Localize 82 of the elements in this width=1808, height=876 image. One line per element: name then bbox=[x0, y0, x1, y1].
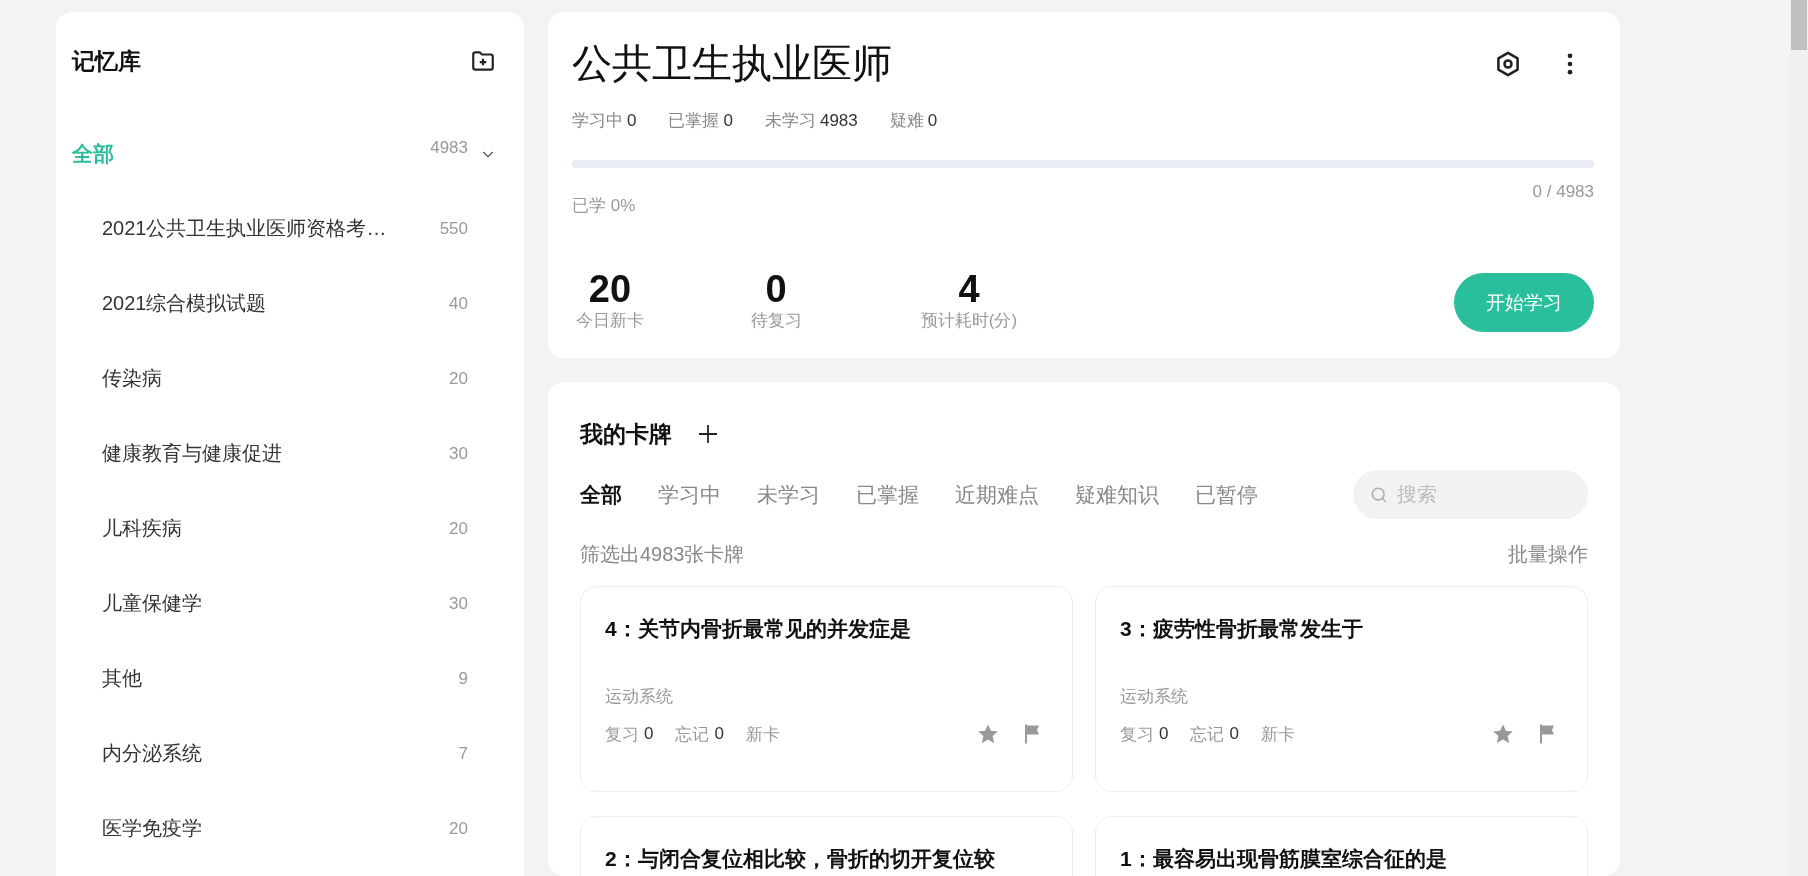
card-tag: 运动系统 bbox=[1120, 685, 1563, 708]
item-count: 550 bbox=[439, 218, 468, 239]
panel-title: 我的卡牌 bbox=[580, 419, 672, 449]
metric-value: 20 bbox=[587, 269, 633, 309]
metric-label: 待复习 bbox=[749, 310, 803, 332]
item-count: 40 bbox=[449, 293, 468, 314]
stat-value: 0 bbox=[1229, 724, 1239, 744]
card-status: 新卡 bbox=[1260, 723, 1295, 746]
deck-title: 公共卫生执业医师 bbox=[572, 40, 892, 87]
metric-value: 0 bbox=[764, 269, 788, 309]
sidebar-item[interactable]: 其他 9 bbox=[72, 641, 496, 716]
metric-value: 4 bbox=[957, 269, 981, 309]
add-icon[interactable] bbox=[696, 422, 720, 446]
card-tag: 运动系统 bbox=[605, 685, 1048, 708]
filter-tab[interactable]: 未学习 bbox=[757, 480, 820, 509]
question-card[interactable]: 3：疲劳性骨折最常发生于 运动系统 复习 0 忘记 0 新卡 bbox=[1095, 586, 1588, 792]
sidebar-item[interactable]: 儿科疾病 20 bbox=[72, 491, 496, 566]
stat-value: 0 bbox=[714, 724, 724, 744]
stat-label: 忘记 bbox=[675, 723, 710, 746]
stat-value: 0 bbox=[644, 724, 654, 744]
item-count: 20 bbox=[449, 368, 468, 389]
item-label: 健康教育与健康促进 bbox=[102, 441, 283, 466]
scrollbar-thumb[interactable] bbox=[1791, 0, 1807, 50]
sidebar-item[interactable]: 2021综合模拟试题 40 bbox=[72, 266, 496, 341]
item-count: 7 bbox=[458, 743, 468, 764]
question-title: 3：疲劳性骨折最常发生于 bbox=[1120, 616, 1364, 642]
add-folder-icon[interactable] bbox=[470, 48, 496, 74]
filter-tab[interactable]: 近期难点 bbox=[955, 480, 1039, 509]
question-card[interactable]: 4：关节内骨折最常见的并发症是 运动系统 复习 0 忘记 0 新卡 bbox=[580, 586, 1073, 792]
stat-label: 疑难 bbox=[889, 111, 924, 130]
stat-label: 复习 bbox=[1120, 723, 1154, 746]
item-label: 传染病 bbox=[102, 366, 163, 391]
filter-tab[interactable]: 疑难知识 bbox=[1075, 480, 1159, 509]
filter-count: 筛选出4983张卡牌 bbox=[580, 542, 745, 567]
item-count: 30 bbox=[449, 443, 468, 464]
filter-tab[interactable]: 已掌握 bbox=[856, 480, 919, 509]
item-label: 医学免疫学 bbox=[102, 816, 203, 841]
sidebar-item[interactable]: 儿童保健学 30 bbox=[72, 566, 496, 641]
item-count: 4983 bbox=[430, 138, 468, 158]
question-card[interactable]: 1：最容易出现骨筋膜室综合征的是 bbox=[1095, 816, 1588, 876]
item-label: 其他 bbox=[102, 666, 143, 691]
item-label: 2021综合模拟试题 bbox=[102, 291, 268, 316]
filter-tab[interactable]: 已暂停 bbox=[1195, 480, 1258, 509]
sidebar-item[interactable]: 健康教育与健康促进 30 bbox=[72, 416, 496, 491]
settings-icon[interactable] bbox=[1494, 49, 1522, 78]
question-card[interactable]: 2：与闭合复位相比较，骨折的切开复位较 bbox=[580, 816, 1073, 876]
question-title: 1：最容易出现骨筋膜室综合征的是 bbox=[1120, 846, 1448, 872]
progress-reading: 0 / 4983 bbox=[1532, 182, 1594, 203]
stat-label: 未学习 bbox=[764, 111, 816, 130]
item-label: 全部 bbox=[72, 140, 115, 167]
sidebar-item[interactable]: 2021公共卫生执业医师资格考… 550 bbox=[72, 191, 496, 266]
sidebar-item[interactable]: 传染病 20 bbox=[72, 341, 496, 416]
item-label: 儿科疾病 bbox=[102, 516, 183, 541]
item-label: 儿童保健学 bbox=[102, 591, 203, 616]
item-count: 9 bbox=[458, 668, 468, 689]
sidebar-item[interactable]: 医学免疫学 20 bbox=[72, 791, 496, 866]
stat-label: 学习中 bbox=[572, 111, 623, 130]
stat-value: 0 bbox=[927, 111, 938, 130]
search-icon[interactable] bbox=[1369, 485, 1389, 505]
metric-label: 预计耗时(分) bbox=[919, 310, 1019, 332]
stat-label: 复习 bbox=[605, 723, 639, 746]
sidebar-item[interactable]: 内分泌系统 7 bbox=[72, 716, 496, 791]
item-label: 2021公共卫生执业医师资格考… bbox=[102, 216, 388, 241]
stat-value: 0 bbox=[627, 111, 637, 130]
question-title: 4：关节内骨折最常见的并发症是 bbox=[605, 616, 912, 642]
metric-label: 今日新卡 bbox=[575, 310, 645, 332]
sidebar-title: 记忆库 bbox=[72, 46, 141, 76]
card-status: 新卡 bbox=[745, 723, 780, 746]
item-label: 内分泌系统 bbox=[102, 741, 203, 766]
item-count: 20 bbox=[449, 818, 468, 839]
filter-tab[interactable]: 学习中 bbox=[658, 480, 721, 509]
question-title: 2：与闭合复位相比较，骨折的切开复位较 bbox=[605, 846, 996, 872]
item-count: 20 bbox=[449, 518, 468, 539]
stat-value: 0 bbox=[723, 111, 733, 130]
batch-action-link[interactable]: 批量操作 bbox=[1508, 541, 1588, 568]
filter-tab[interactable]: 全部 bbox=[580, 480, 622, 509]
item-count: 30 bbox=[449, 593, 468, 614]
stat-label: 忘记 bbox=[1190, 723, 1225, 746]
stat-value: 4983 bbox=[819, 111, 858, 130]
stat-value: 0 bbox=[1159, 724, 1169, 744]
stat-label: 已掌握 bbox=[668, 111, 720, 130]
progress-label: 已学 0% bbox=[572, 195, 636, 217]
